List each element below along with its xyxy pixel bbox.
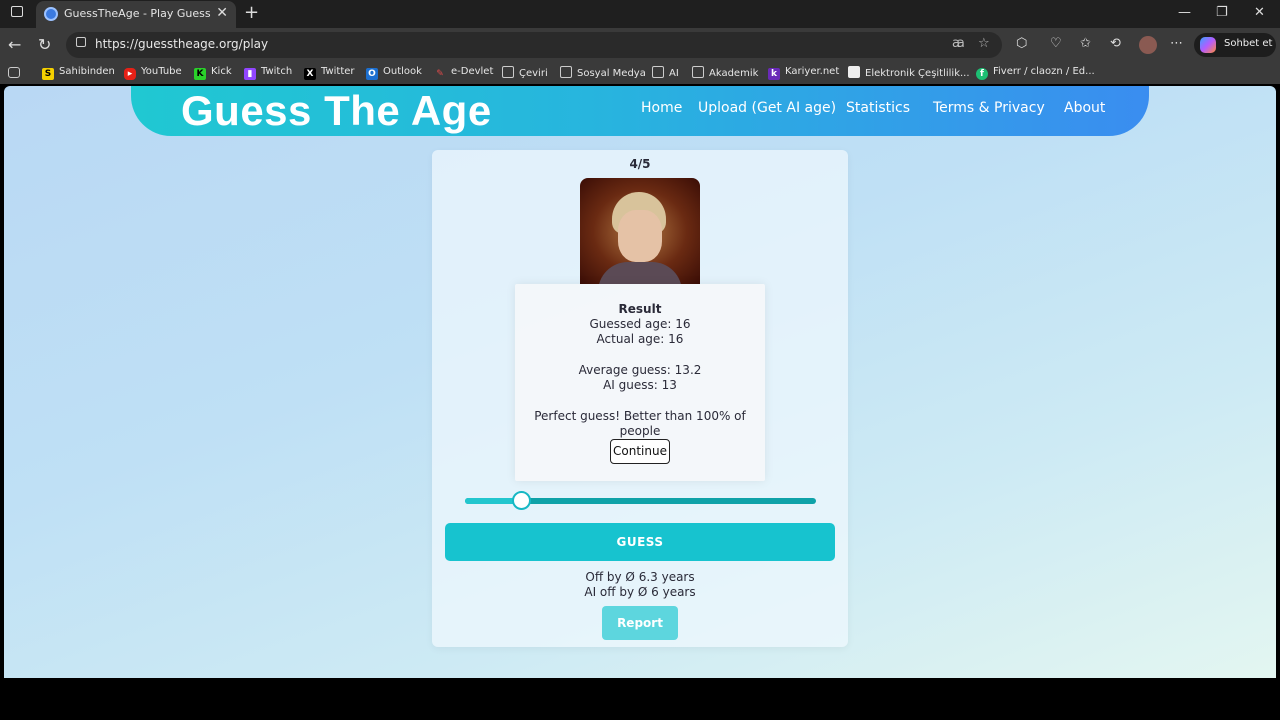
url-text: https://guesstheage.org/play xyxy=(95,37,269,51)
off-by-stat: Off by Ø 6.3 years xyxy=(585,570,695,584)
tab-title: GuessTheAge - Play Guess The Ag xyxy=(64,7,212,20)
average-guess: Average guess: 13.2 xyxy=(578,363,702,377)
lock-icon xyxy=(76,37,86,47)
browser-tab-bar: GuessTheAge - Play Guess The Ag ✕ + — ❐ … xyxy=(0,0,1280,28)
folder-icon xyxy=(652,66,664,78)
report-button[interactable]: Report xyxy=(602,606,678,640)
site-favicon-icon xyxy=(44,7,58,21)
minimize-icon[interactable]: — xyxy=(1178,5,1191,20)
ai-guess: AI guess: 13 xyxy=(603,378,677,392)
result-title: Result xyxy=(618,302,662,316)
age-slider[interactable] xyxy=(465,491,816,510)
bookmark-folder-sosyal-medya[interactable]: Sosyal Medya xyxy=(560,66,646,82)
actual-age: Actual age: 16 xyxy=(596,332,684,346)
result-message-line2: people xyxy=(619,424,661,438)
bookmark-folder-akademik[interactable]: Akademik xyxy=(692,66,758,82)
bookmark-outlook[interactable]: O Outlook xyxy=(366,66,422,82)
new-tab-icon[interactable]: + xyxy=(244,2,259,23)
guessed-age: Guessed age: 16 xyxy=(589,317,691,331)
bookmark-folder-ai[interactable]: AI xyxy=(652,66,679,82)
tab-actions-icon[interactable] xyxy=(8,5,26,23)
ai-off-by-stat: AI off by Ø 6 years xyxy=(584,585,696,599)
game-card: 4/5 Result Guessed age: 16 Actual age: 1… xyxy=(432,150,848,647)
nav-statistics[interactable]: Statistics xyxy=(846,100,910,116)
copilot-button[interactable]: Sohbet et xyxy=(1194,33,1276,57)
history-icon[interactable]: ⟲ xyxy=(1110,36,1121,51)
site-header: Guess The Age Home Upload (Get AI age) S… xyxy=(131,86,1149,136)
person-photo xyxy=(580,178,700,284)
bookmark-elektronik[interactable]: Elektronik Çeşitlilik... xyxy=(848,66,970,82)
folder-icon xyxy=(692,66,704,78)
browser-tab-active[interactable]: GuessTheAge - Play Guess The Ag ✕ xyxy=(36,1,236,28)
folder-icon xyxy=(502,66,514,78)
photo-face xyxy=(618,210,662,262)
reload-icon[interactable]: ↻ xyxy=(38,35,51,54)
folder-icon xyxy=(560,66,572,78)
copilot-label: Sohbet et xyxy=(1224,38,1273,49)
read-aloud-icon[interactable]: ꜳ xyxy=(952,36,965,51)
site-brand[interactable]: Guess The Age xyxy=(181,87,492,135)
bookmark-youtube[interactable]: ▸ YouTube xyxy=(124,66,182,82)
bookmark-edevlet[interactable]: ✎ e-Devlet xyxy=(434,66,493,82)
nav-home[interactable]: Home xyxy=(641,100,682,116)
window-close-icon[interactable]: ✕ xyxy=(1254,5,1265,20)
youtube-icon: ▸ xyxy=(124,68,136,80)
favorite-star-icon[interactable]: ☆ xyxy=(978,36,990,51)
collections-icon[interactable] xyxy=(8,67,20,78)
extensions-icon[interactable]: ⬡ xyxy=(1016,36,1027,51)
bookmark-kariyer[interactable]: k Kariyer.net xyxy=(768,66,839,82)
kick-icon: K xyxy=(194,68,206,80)
twitch-icon: ▮ xyxy=(244,68,256,80)
round-progress: 4/5 xyxy=(629,157,651,171)
restore-icon[interactable]: ❐ xyxy=(1216,5,1228,20)
bookmark-twitch[interactable]: ▮ Twitch xyxy=(244,66,292,82)
more-menu-icon[interactable]: ⋯ xyxy=(1170,36,1183,51)
bookmark-kick[interactable]: K Kick xyxy=(194,66,232,82)
favorites-icon[interactable]: ✩ xyxy=(1080,36,1091,51)
fiverr-icon: f xyxy=(976,68,988,80)
continue-button[interactable]: Continue xyxy=(610,439,670,464)
tab-close-icon[interactable]: ✕ xyxy=(216,5,228,21)
url-input[interactable]: https://guesstheage.org/play ꜳ ☆ xyxy=(66,32,1002,58)
nav-terms-privacy[interactable]: Terms & Privacy xyxy=(933,100,1045,116)
bookmark-fiverr[interactable]: f Fiverr / claozn / Ed... xyxy=(976,66,1095,82)
copilot-icon xyxy=(1200,37,1216,53)
kariyer-icon: k xyxy=(768,68,780,80)
photo-shirt xyxy=(598,262,682,284)
sahibinden-icon: S xyxy=(42,68,54,80)
result-popup: Result Guessed age: 16 Actual age: 16 Av… xyxy=(515,284,765,481)
bookmark-twitter[interactable]: X Twitter xyxy=(304,66,355,82)
bookmarks-bar: S Sahibinden ▸ YouTube K Kick ▮ Twitch X Twit… xyxy=(0,62,1280,84)
taskbar-area xyxy=(0,678,1280,720)
guess-button[interactable]: GUESS xyxy=(445,523,835,561)
browser-essentials-icon[interactable]: ♡ xyxy=(1050,36,1062,51)
back-icon[interactable]: ← xyxy=(8,35,21,54)
profile-avatar[interactable] xyxy=(1139,36,1157,54)
nav-upload[interactable]: Upload (Get AI age) xyxy=(698,100,836,116)
slider-thumb[interactable] xyxy=(511,491,531,510)
page-icon xyxy=(848,66,860,78)
x-twitter-icon: X xyxy=(304,68,316,80)
outlook-icon: O xyxy=(366,68,378,80)
page-viewport: Guess The Age Home Upload (Get AI age) S… xyxy=(4,86,1276,678)
bookmark-folder-ceviri[interactable]: Çeviri xyxy=(502,66,548,82)
bookmark-sahibinden[interactable]: S Sahibinden xyxy=(42,66,115,82)
result-message-line1: Perfect guess! Better than 100% of xyxy=(534,409,746,423)
nav-about[interactable]: About xyxy=(1064,100,1105,116)
browser-address-bar: ← ↻ https://guesstheage.org/play ꜳ ☆ ⬡ ♡… xyxy=(0,28,1280,62)
edevlet-icon: ✎ xyxy=(436,69,444,79)
